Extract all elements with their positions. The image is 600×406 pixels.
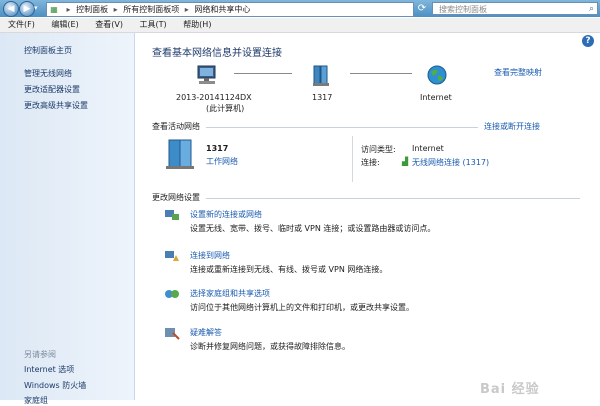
change-settings-heading: 更改网络设置 (152, 193, 200, 202)
computer-sub-label: (此计算机) (206, 104, 245, 113)
troubleshoot-icon (165, 328, 180, 340)
back-button[interactable]: ◀ (3, 1, 19, 17)
internet-label: Internet (420, 93, 452, 102)
sidebar-item-adapter-settings[interactable]: 更改适配器设置 (24, 84, 80, 95)
computer-name: 2013-20141124DX (176, 93, 252, 102)
connect-disconnect-link[interactable]: 连接或断开连接 (484, 121, 540, 132)
title-bar: ◀ ▶ ▾ ▦ ▸ 控制面板 ▸ 所有控制面板项 ▸ 网络和共享中心 ⟳ 搜索控… (0, 0, 600, 17)
homegroup-icon (165, 290, 179, 298)
network-type-link[interactable]: 工作网络 (206, 156, 238, 167)
refresh-icon[interactable]: ⟳ (416, 2, 428, 15)
menu-view[interactable]: 查看(V) (87, 18, 129, 32)
task-setup-connection-link[interactable]: 设置新的连接或网络 (190, 209, 262, 220)
control-panel-icon: ▦ (50, 5, 58, 14)
sidebar-item-internet-options[interactable]: Internet 选项 (24, 364, 74, 375)
vertical-divider (352, 136, 353, 182)
task-connect-network-desc: 连接或重新连接到无线、有线、拨号或 VPN 网络连接。 (190, 265, 388, 274)
sidebar-home-link[interactable]: 控制面板主页 (24, 45, 72, 56)
globe-icon (427, 65, 447, 85)
menu-file[interactable]: 文件(F) (0, 18, 41, 32)
section-divider (206, 127, 478, 128)
menu-edit[interactable]: 编辑(E) (43, 18, 84, 32)
map-connector (234, 73, 292, 74)
page-title: 查看基本网络信息并设置连接 (152, 48, 282, 59)
task-connect-network-link[interactable]: 连接到网络 (190, 250, 230, 261)
connections-label: 连接: (361, 158, 380, 167)
menu-bar: 文件(F) 编辑(E) 查看(V) 工具(T) 帮助(H) (0, 18, 600, 33)
task-setup-connection-desc: 设置无线、宽带、拨号、临时或 VPN 连接；或设置路由器或访问点。 (190, 224, 436, 233)
breadcrumb-separator-icon: ▸ (184, 5, 189, 14)
access-type-value: Internet (412, 144, 444, 153)
task-troubleshoot-desc: 诊断并修复网络问题，或获得故障排除信息。 (190, 342, 350, 351)
sidebar-item-advanced-sharing[interactable]: 更改高级共享设置 (24, 100, 88, 111)
wireless-signal-icon: ▟ (402, 157, 409, 166)
network-icon (313, 65, 329, 86)
network-name-label: 1317 (312, 93, 333, 102)
sidebar-item-manage-wireless[interactable]: 管理无线网络 (24, 68, 72, 79)
breadcrumb-separator-icon: ▸ (66, 5, 71, 14)
active-network-name: 1317 (206, 144, 229, 153)
forward-button[interactable]: ▶ (19, 1, 35, 17)
breadcrumb-network-center[interactable]: 网络和共享中心 (194, 5, 250, 14)
search-icon[interactable]: ⌕ (589, 3, 594, 16)
history-dropdown-icon[interactable]: ▾ (34, 4, 38, 12)
wireless-connection-link[interactable]: 无线网络连接 (1317) (412, 157, 489, 168)
active-networks-heading: 查看活动网络 (152, 122, 200, 131)
full-map-link[interactable]: 查看完整映射 (494, 67, 542, 78)
connect-network-icon (165, 251, 179, 261)
breadcrumb-separator-icon: ▸ (113, 5, 118, 14)
new-connection-icon (165, 210, 179, 220)
search-placeholder: 搜索控制面板 (439, 5, 487, 14)
help-icon[interactable]: ? (582, 35, 594, 47)
search-input[interactable]: 搜索控制面板 ⌕ (432, 2, 598, 15)
menu-tools[interactable]: 工具(T) (132, 18, 173, 32)
address-bar[interactable]: ▦ ▸ 控制面板 ▸ 所有控制面板项 ▸ 网络和共享中心 (46, 2, 414, 17)
task-homegroup-desc: 访问位于其他网络计算机上的文件和打印机，或更改共享设置。 (190, 303, 414, 312)
sidebar-item-windows-firewall[interactable]: Windows 防火墙 (24, 380, 86, 391)
breadcrumb-all-items[interactable]: 所有控制面板项 (123, 5, 179, 14)
map-connector (350, 73, 412, 74)
menu-help[interactable]: 帮助(H) (175, 18, 217, 32)
access-type-label: 访问类型: (361, 145, 396, 154)
section-divider (206, 198, 580, 199)
sidebar: 控制面板主页 管理无线网络 更改适配器设置 更改高级共享设置 另请参阅 Inte… (0, 33, 135, 405)
computer-icon (197, 65, 216, 84)
see-also-heading: 另请参阅 (24, 350, 56, 359)
breadcrumb-control-panel[interactable]: 控制面板 (76, 5, 108, 14)
work-network-icon[interactable] (164, 137, 198, 171)
sidebar-item-homegroup[interactable]: 家庭组 (24, 395, 48, 406)
task-homegroup-link[interactable]: 选择家庭组和共享选项 (190, 288, 270, 299)
task-troubleshoot-link[interactable]: 疑难解答 (190, 327, 222, 338)
watermark: Bai 经验 (480, 382, 540, 397)
